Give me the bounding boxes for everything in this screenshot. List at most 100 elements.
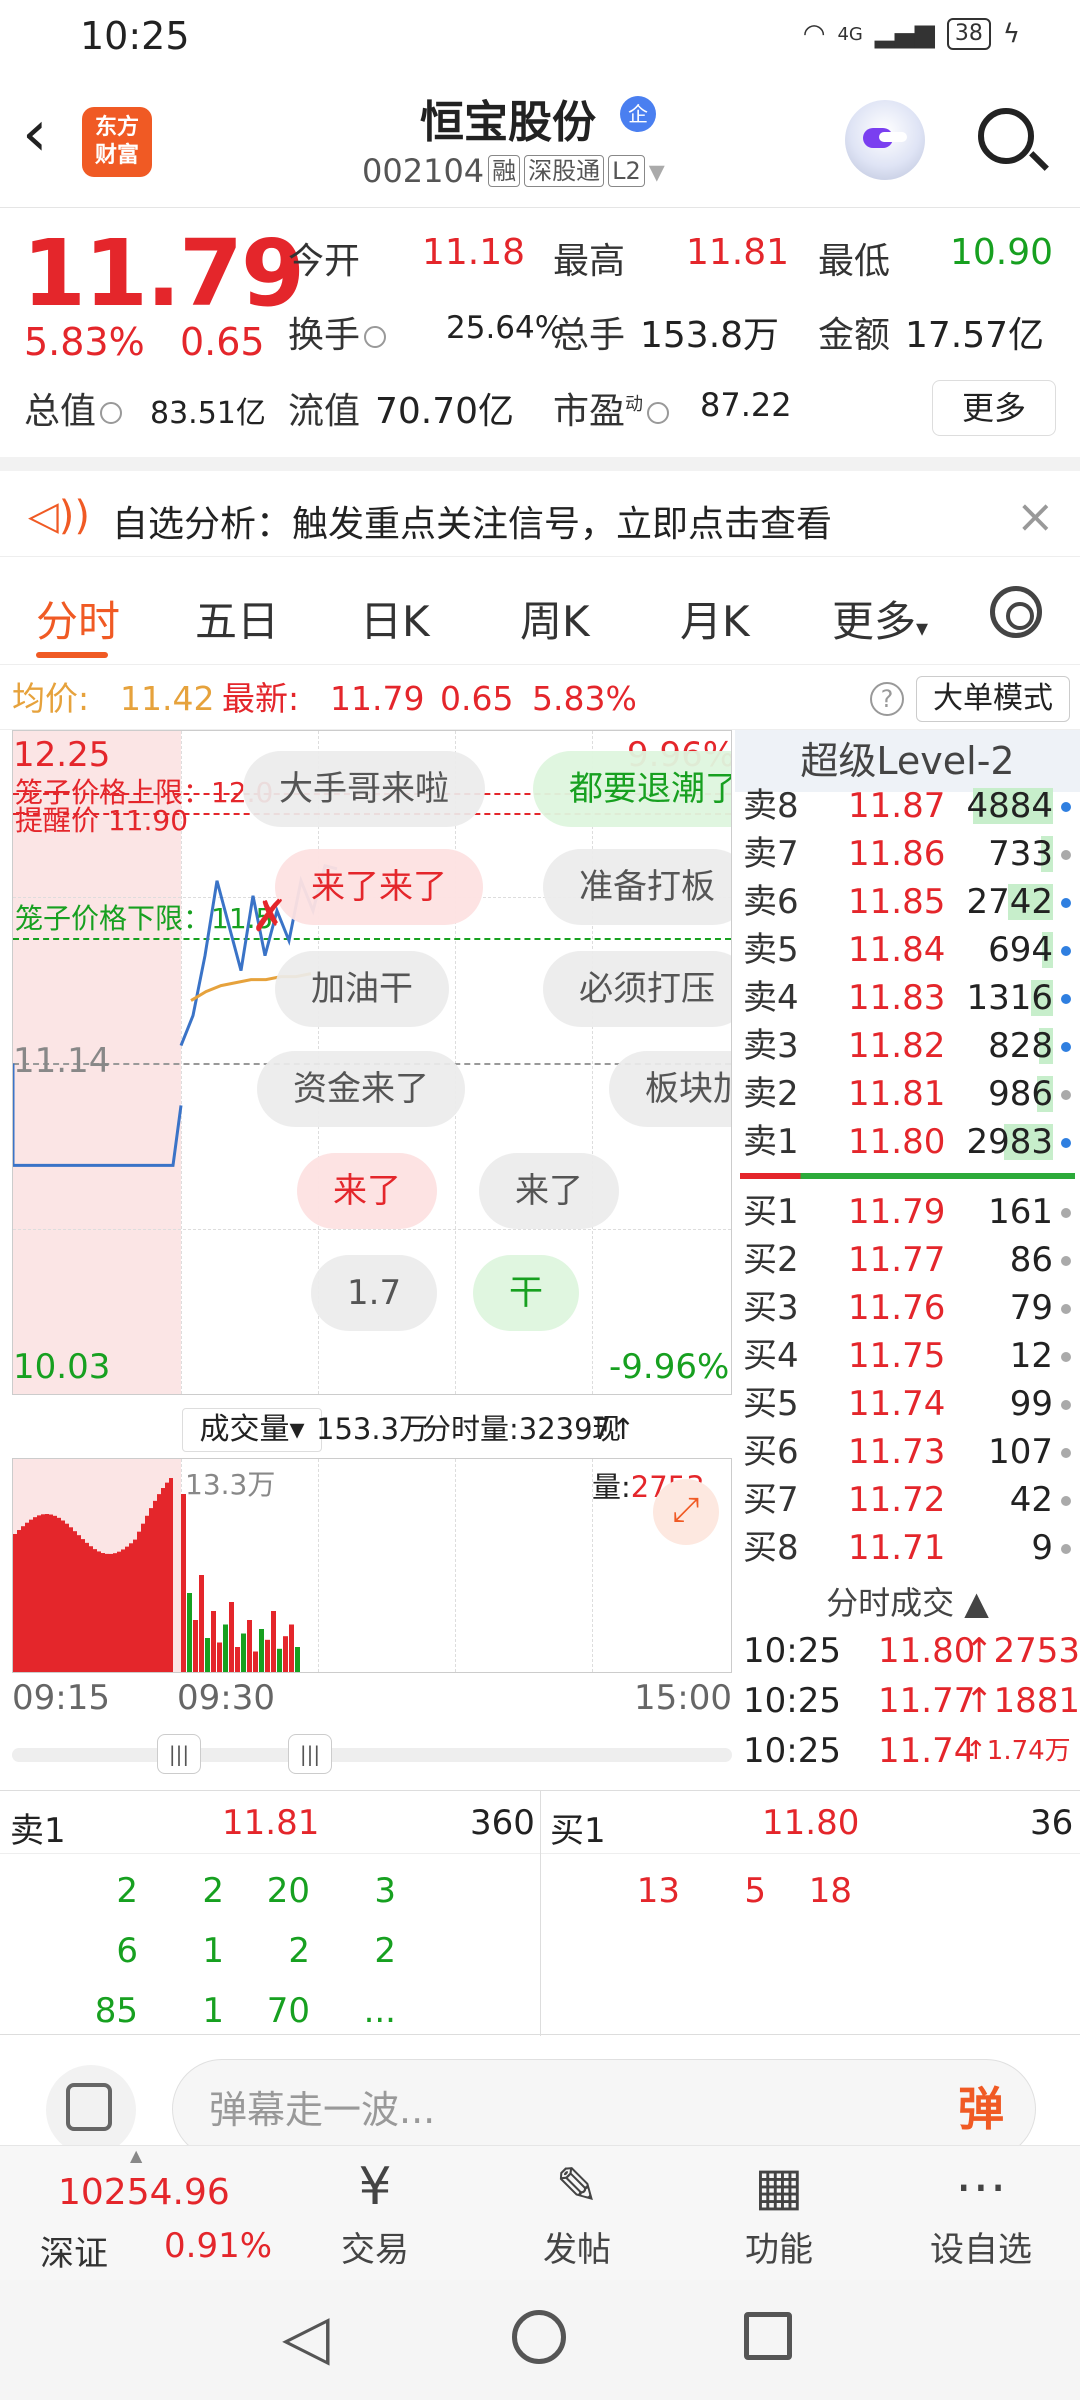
ask-row[interactable]: 卖6 11.85 2742 <box>743 878 1073 926</box>
volume-bar <box>49 1514 53 1672</box>
change-value: 0.65 <box>180 320 265 364</box>
slider-handle-right[interactable]: ||| <box>288 1734 332 1774</box>
index-ticker[interactable]: ▲ 10254.96 深证 0.91% <box>0 2146 272 2281</box>
tab-more[interactable]: 更多▾ <box>832 588 928 649</box>
ask-row[interactable]: 卖1 11.80 2983 <box>743 1118 1073 1166</box>
danmaku-bubble[interactable]: 资金来了 <box>257 1051 465 1127</box>
level-label: 卖4 <box>743 978 799 1018</box>
mktcap-value: 83.51亿 <box>150 396 266 431</box>
amount-label: 金额 <box>818 315 891 356</box>
volume-bar <box>181 1494 186 1672</box>
app-logo[interactable]: 东方 财富 <box>82 107 152 177</box>
ask-row[interactable]: 卖8 11.87 4884 <box>743 782 1073 830</box>
status-dot <box>1061 1496 1071 1506</box>
danmaku-input[interactable]: 弹幕走一波... <box>172 2059 1036 2159</box>
help-icon[interactable]: ? <box>870 682 904 716</box>
more-icon: ⋯ <box>955 2157 1007 2217</box>
more-button[interactable]: 更多 <box>932 380 1056 436</box>
sys-back-icon[interactable]: ◁ <box>282 2300 330 2373</box>
last-price: 11.79 <box>22 220 305 327</box>
slider-handle-left[interactable]: ||| <box>157 1734 201 1774</box>
ask-row[interactable]: 卖3 11.82 828 <box>743 1022 1073 1070</box>
danmaku-settings-icon[interactable] <box>46 2065 136 2155</box>
level-label: 卖7 <box>743 834 799 874</box>
expand-icon[interactable]: ⤢ <box>653 1479 719 1545</box>
nav-add-watchlist[interactable]: ⋯ 设自选 <box>916 2152 1046 2271</box>
volume-bar <box>235 1647 240 1672</box>
tab-weekly-k[interactable]: 周K <box>520 588 590 649</box>
bid-row[interactable]: 买2 11.77 86 <box>743 1236 1073 1284</box>
volume-bar <box>17 1530 21 1672</box>
alert-text[interactable]: 自选分析：触发重点关注信号，立即点击查看 <box>112 495 832 547</box>
float-label: 流值 <box>288 391 361 432</box>
volume-bar <box>85 1542 89 1672</box>
stock-code-row[interactable]: 002104 融 深股通 L2 ▾ <box>362 152 665 190</box>
danmaku-bubble[interactable]: 来了 <box>297 1153 437 1229</box>
danmaku-bubble[interactable]: 加油干 <box>275 951 449 1027</box>
volume-chart[interactable]: 13.3万 ⤢ <box>12 1458 732 1673</box>
back-icon[interactable]: ‹ <box>22 102 48 166</box>
robot-assistant-icon[interactable] <box>845 100 925 180</box>
danmaku-bubble[interactable]: 来了来了 <box>275 849 483 925</box>
nav-post[interactable]: ✎ 发帖 <box>512 2152 642 2271</box>
level-label: 买7 <box>743 1480 799 1520</box>
danmaku-bubble[interactable]: 必须打压 <box>543 951 731 1027</box>
volume-bar <box>193 1620 198 1672</box>
ask-row[interactable]: 卖5 11.84 694 <box>743 926 1073 974</box>
edit-icon: ✎ <box>555 2157 599 2217</box>
danmaku-send-button[interactable]: 弹 <box>928 2059 1034 2159</box>
tab-daily-k[interactable]: 日K <box>360 588 430 649</box>
volume-bar <box>117 1551 121 1672</box>
danmaku-bubble[interactable]: 板块加 <box>609 1051 731 1127</box>
ask-row[interactable]: 卖2 11.81 986 <box>743 1070 1073 1118</box>
dropdown-icon[interactable]: ▾ <box>649 152 665 190</box>
nav-functions[interactable]: ▦ 功能 <box>714 2152 844 2271</box>
volume-bar <box>97 1551 101 1672</box>
bid-row[interactable]: 买6 11.73 107 <box>743 1428 1073 1476</box>
danmaku-bubble[interactable]: 大手哥来啦 <box>243 751 485 827</box>
sys-home-icon[interactable] <box>512 2310 566 2364</box>
time-range-slider[interactable]: ||| ||| <box>12 1734 732 1774</box>
volume-bar <box>277 1648 282 1672</box>
trades-title[interactable]: 分时成交 ▲ <box>735 1578 1080 1624</box>
tab-monthly-k[interactable]: 月K <box>680 588 750 649</box>
info-icon[interactable] <box>364 326 387 348</box>
danmaku-bubble[interactable]: 都要退潮了 <box>533 751 731 827</box>
bid-row[interactable]: 买1 11.79 161 <box>743 1188 1073 1236</box>
volume-bar <box>141 1523 145 1672</box>
tab-five-day[interactable]: 五日 <box>195 588 279 649</box>
ask-row[interactable]: 卖4 11.83 1316 <box>743 974 1073 1022</box>
close-icon[interactable]: × <box>1016 489 1055 543</box>
volume-bar <box>125 1546 129 1672</box>
nav-trade[interactable]: ¥ 交易 <box>310 2152 440 2271</box>
status-dot <box>1061 1208 1071 1218</box>
status-dot <box>1061 898 1071 908</box>
level-volume: 694 <box>988 930 1053 970</box>
info-icon[interactable] <box>647 402 670 424</box>
search-icon[interactable] <box>978 108 1034 164</box>
danmaku-bubble[interactable]: 准备打板 <box>543 849 731 925</box>
big-order-mode-button[interactable]: 大单模式 <box>916 676 1070 722</box>
bid-row[interactable]: 买7 11.72 42 <box>743 1476 1073 1524</box>
intraday-chart[interactable]: 12.25 11.14 10.03 9.96% -9.96% 笼子价格上限：12… <box>12 730 732 1395</box>
danmaku-bubble[interactable]: 来了 <box>479 1153 619 1229</box>
sys-recents-icon[interactable] <box>744 2312 792 2360</box>
danmaku-bubble[interactable]: 1.7 <box>311 1255 438 1331</box>
ask-row[interactable]: 卖7 11.86 733 <box>743 830 1073 878</box>
status-dot <box>1061 1352 1071 1362</box>
float-value: 70.70亿 <box>375 391 515 432</box>
bid-row[interactable]: 买3 11.76 79 <box>743 1284 1073 1332</box>
volume-selector[interactable]: 成交量▾ <box>182 1408 322 1452</box>
y-mid-label: 11.14 <box>13 1041 111 1081</box>
danmaku-bubble[interactable]: 干 <box>473 1255 579 1331</box>
analysis-alert[interactable]: ◁)) 自选分析：触发重点关注信号，立即点击查看 × <box>0 457 1080 557</box>
info-icon[interactable] <box>100 402 123 424</box>
gear-icon[interactable] <box>990 586 1042 638</box>
bid-row[interactable]: 买5 11.74 99 <box>743 1380 1073 1428</box>
volume-bar <box>161 1488 165 1672</box>
volume-bar <box>265 1639 270 1672</box>
tab-intraday[interactable]: 分时 <box>36 588 120 649</box>
bid-row[interactable]: 买8 11.71 9 <box>743 1524 1073 1572</box>
bid-row[interactable]: 买4 11.75 12 <box>743 1332 1073 1380</box>
volume-bar <box>53 1515 57 1672</box>
